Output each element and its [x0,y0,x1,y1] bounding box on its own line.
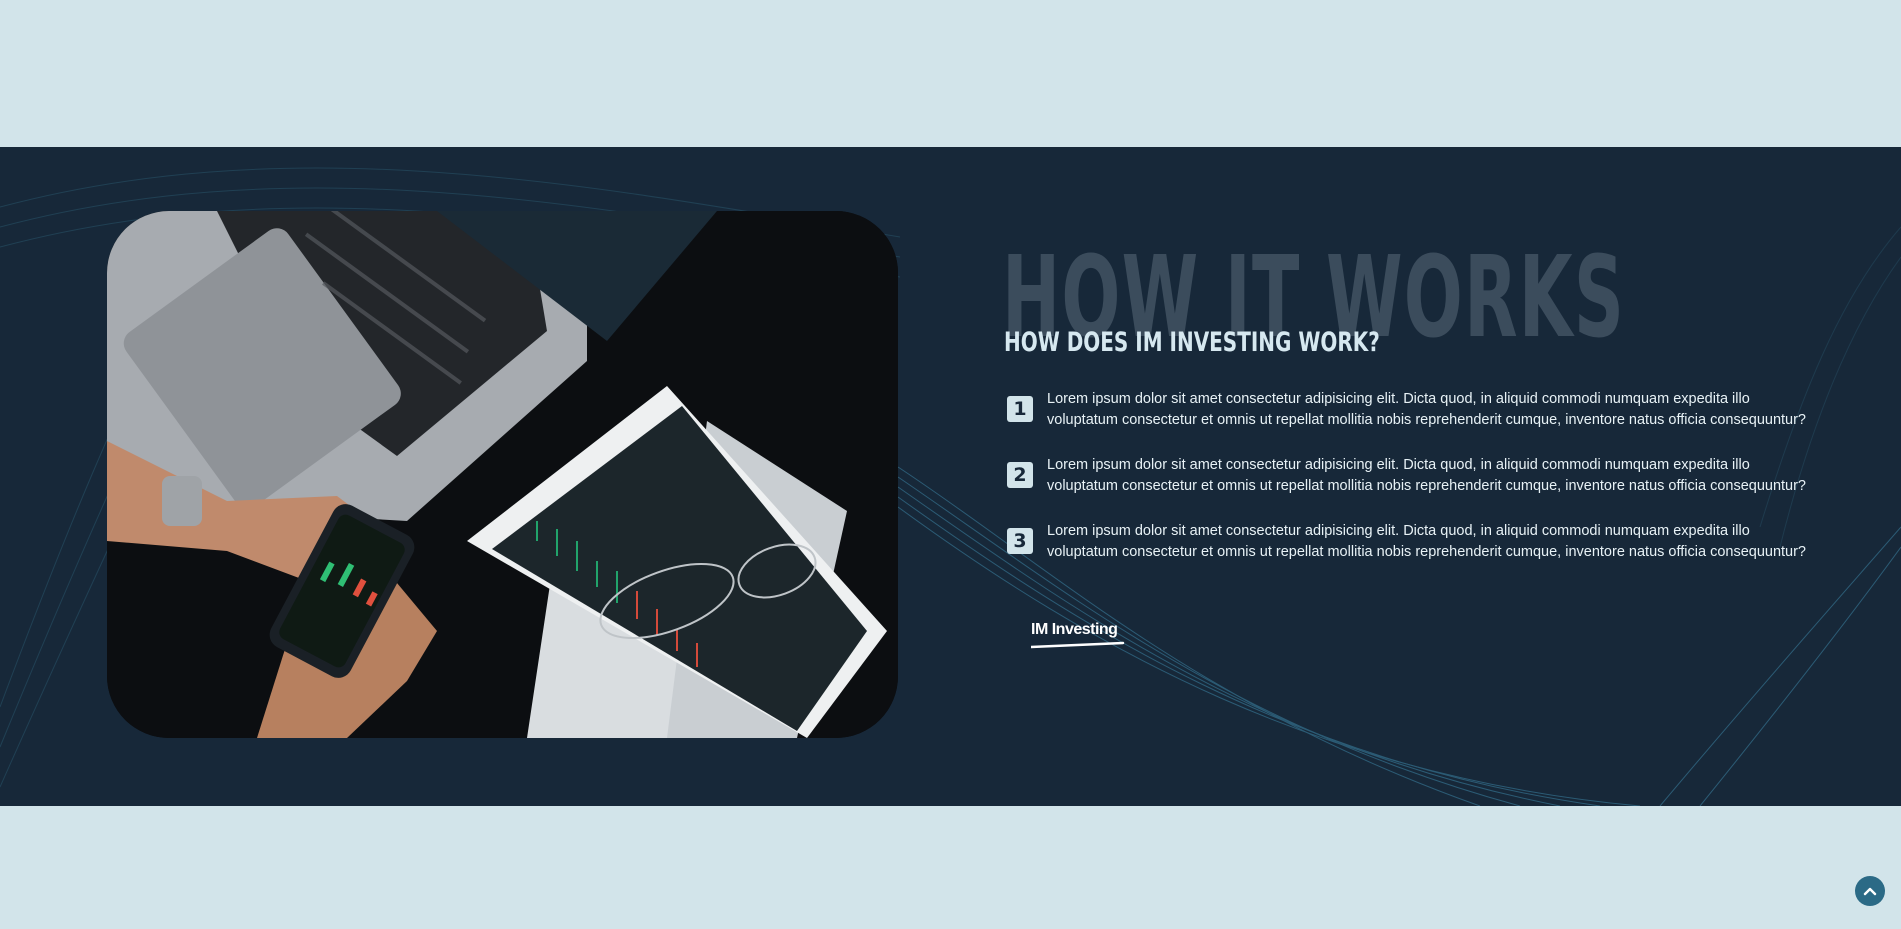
step-number-badge: 1 [1007,396,1033,422]
step-description: Lorem ipsum dolor sit amet consectetur a… [1047,457,1806,494]
step-item: 2 Lorem ipsum dolor sit amet consectetur… [1006,455,1816,521]
how-it-works-section: HOW IT WORKS HOW DOES IM INVESTING WORK?… [0,147,1901,806]
step-description: Lorem ipsum dolor sit amet consectetur a… [1047,391,1806,428]
logo-underline-swoosh [1031,641,1125,649]
hero-photo [107,211,898,738]
brand-logo[interactable]: IM Investing [1031,621,1118,639]
steps-list: 1 Lorem ipsum dolor sit amet consectetur… [1006,389,1816,587]
step-number-badge: 3 [1007,528,1033,554]
step-item: 1 Lorem ipsum dolor sit amet consectetur… [1006,389,1816,455]
chevron-up-icon [1863,887,1877,896]
step-description: Lorem ipsum dolor sit amet consectetur a… [1047,523,1806,560]
step-number-badge: 2 [1007,462,1033,488]
step-item: 3 Lorem ipsum dolor sit amet consectetur… [1006,521,1816,587]
scroll-to-top-button[interactable] [1855,876,1885,906]
section-heading: HOW DOES IM INVESTING WORK? [1004,327,1380,358]
